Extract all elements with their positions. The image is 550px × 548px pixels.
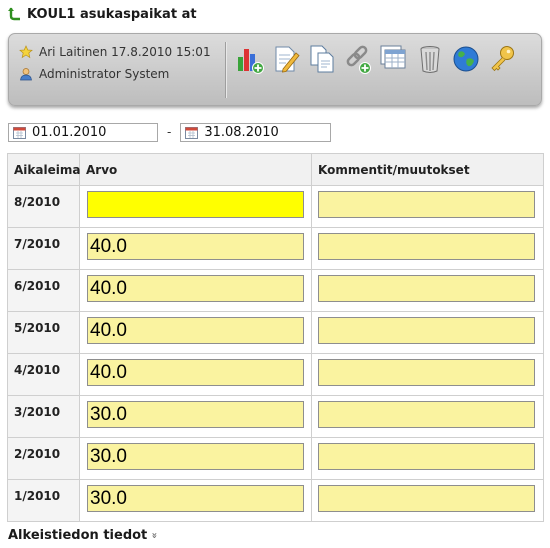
- calendar-icon[interactable]: [13, 126, 26, 139]
- start-date-field[interactable]: 01.01.2010: [8, 122, 158, 142]
- values-table: Aikaleima Arvo Kommentit/muutokset 8/201…: [7, 153, 544, 522]
- timestamp-cell: 7/2010: [7, 227, 80, 270]
- date-range: 01.01.2010 - 31.08.2010: [8, 122, 332, 142]
- comment-input[interactable]: [318, 275, 535, 302]
- timestamp-cell: 6/2010: [7, 269, 80, 312]
- comment-cell: [311, 269, 544, 312]
- date-separator: -: [167, 125, 172, 139]
- column-header-timestamp: Aikaleima: [7, 153, 80, 186]
- comment-cell: [311, 479, 544, 522]
- end-date-value: 31.08.2010: [204, 124, 279, 140]
- table-row: 2/2010 30.0: [7, 437, 544, 480]
- comment-input[interactable]: [318, 233, 535, 260]
- user-icon: [20, 68, 32, 81]
- comment-cell: [311, 437, 544, 480]
- table-row: 4/2010 40.0: [7, 353, 544, 396]
- toolbar-icons: [235, 43, 523, 75]
- value-input[interactable]: 30.0: [87, 401, 304, 428]
- value-input[interactable]: 40.0: [87, 233, 304, 260]
- value-cell: 40.0: [79, 353, 312, 396]
- value-input[interactable]: 40.0: [87, 317, 304, 344]
- table-header-row: Aikaleima Arvo Kommentit/muutokset: [7, 153, 544, 186]
- table-row: 6/2010 40.0: [7, 269, 544, 312]
- value-cell: 40.0: [79, 311, 312, 354]
- timestamp-cell: 3/2010: [7, 395, 80, 438]
- globe-icon[interactable]: [451, 43, 481, 75]
- toolbar-separator: [225, 42, 226, 98]
- copy-document-icon[interactable]: [307, 43, 337, 75]
- edit-document-icon[interactable]: [271, 43, 301, 75]
- page-header: KOUL1 asukaspaikat at: [8, 5, 197, 23]
- star-icon: [19, 45, 33, 59]
- link-add-icon[interactable]: [343, 43, 373, 75]
- comment-cell: [311, 395, 544, 438]
- created-by-text: Ari Laitinen 17.8.2010 15:01: [39, 45, 211, 59]
- user-info: Administrator System: [19, 66, 169, 82]
- value-cell: 30.0: [79, 395, 312, 438]
- timestamp-cell: 8/2010: [7, 185, 80, 228]
- value-cell: 30.0: [79, 479, 312, 522]
- table-icon[interactable]: [379, 43, 409, 75]
- timestamp-cell: 1/2010: [7, 479, 80, 522]
- details-toggle[interactable]: Alkeistiedon tiedot »: [8, 526, 161, 544]
- column-header-value: Arvo: [79, 153, 312, 186]
- chevron-down-icon: »: [149, 531, 161, 539]
- details-toggle-label: Alkeistiedon tiedot: [8, 527, 148, 543]
- table-row: 8/2010: [7, 185, 544, 228]
- value-input[interactable]: 30.0: [87, 485, 304, 512]
- created-info: Ari Laitinen 17.8.2010 15:01: [19, 44, 211, 60]
- delete-bin-icon[interactable]: [415, 43, 445, 75]
- back-arrow-icon[interactable]: [8, 7, 22, 21]
- user-name-text: Administrator System: [39, 67, 170, 81]
- chart-add-icon[interactable]: [235, 43, 265, 75]
- timestamp-cell: 2/2010: [7, 437, 80, 480]
- end-date-field[interactable]: 31.08.2010: [180, 122, 332, 142]
- key-icon[interactable]: [487, 43, 517, 75]
- value-cell: 30.0: [79, 437, 312, 480]
- comment-cell: [311, 185, 544, 228]
- value-input[interactable]: 40.0: [87, 359, 304, 386]
- comment-input[interactable]: [318, 359, 535, 386]
- table-row: 7/2010 40.0: [7, 227, 544, 270]
- table-row: 1/2010 30.0: [7, 479, 544, 522]
- value-cell: 40.0: [79, 269, 312, 312]
- comment-cell: [311, 227, 544, 270]
- comment-cell: [311, 353, 544, 396]
- comment-input[interactable]: [318, 191, 535, 218]
- comment-input[interactable]: [318, 401, 535, 428]
- start-date-value: 01.01.2010: [32, 124, 107, 140]
- page-title: KOUL1 asukaspaikat at: [27, 6, 197, 22]
- comment-input[interactable]: [318, 485, 535, 512]
- comment-input[interactable]: [318, 317, 535, 344]
- toolbar: Ari Laitinen 17.8.2010 15:01 Administrat…: [8, 33, 542, 106]
- value-input[interactable]: [87, 191, 304, 218]
- table-row: 3/2010 30.0: [7, 395, 544, 438]
- comment-cell: [311, 311, 544, 354]
- table-row: 5/2010 40.0: [7, 311, 544, 354]
- column-header-comments: Kommentit/muutokset: [311, 153, 544, 186]
- timestamp-cell: 5/2010: [7, 311, 80, 354]
- value-input[interactable]: 30.0: [87, 443, 304, 470]
- value-cell: [79, 185, 312, 228]
- comment-input[interactable]: [318, 443, 535, 470]
- calendar-icon[interactable]: [185, 126, 199, 139]
- value-input[interactable]: 40.0: [87, 275, 304, 302]
- value-cell: 40.0: [79, 227, 312, 270]
- timestamp-cell: 4/2010: [7, 353, 80, 396]
